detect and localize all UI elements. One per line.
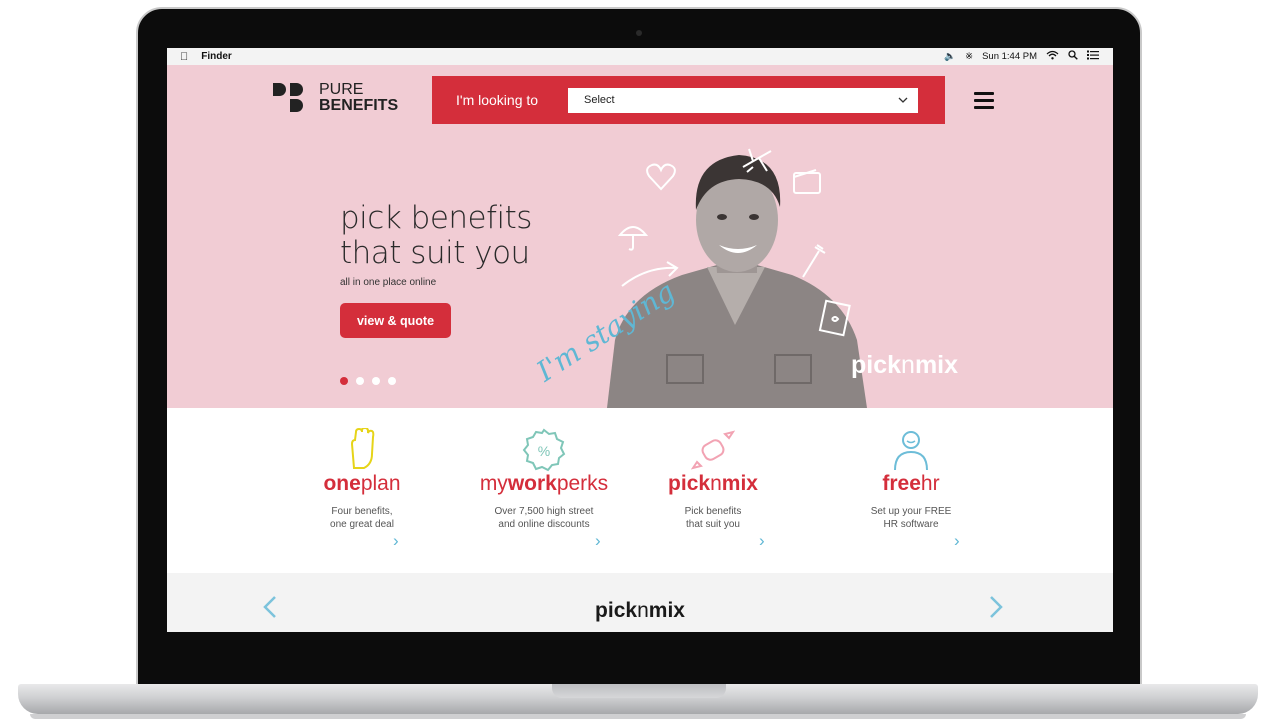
carousel-dots [340, 377, 396, 385]
laptop-shadow [30, 714, 1246, 719]
menubar-clock[interactable]: Sun 1:44 PM [982, 51, 1037, 62]
hero-headline-line1: pick benefits [340, 200, 532, 236]
clipboard-doodle-icon [818, 299, 851, 337]
hero-headline: pick benefits that suit you [340, 201, 532, 271]
plane-doodle-icon [742, 148, 772, 173]
camera [636, 30, 642, 36]
bluetooth-icon[interactable]: ※ [965, 51, 973, 62]
laptop-screen:  Finder 🔈 ※ Sun 1:44 PM PURE [167, 48, 1113, 632]
wallet-doodle-icon [793, 169, 821, 194]
select-value: Select [584, 94, 615, 106]
product-desc: Set up your FREE HR software [870, 506, 952, 530]
finder-menu[interactable]: Finder [201, 51, 232, 62]
product-name: picknmix [668, 472, 758, 495]
chevron-right-icon[interactable]: › [759, 531, 765, 551]
hero-subline: all in one place online [340, 277, 437, 288]
product-freehr[interactable]: freehr Set up your FREE HR software › [831, 428, 991, 550]
hero-brand-mix: mix [914, 351, 959, 379]
looking-to-bar: I'm looking to Select [432, 76, 945, 124]
carousel-dot-1[interactable] [340, 377, 348, 385]
laptop-base-notch [552, 684, 726, 698]
hand-icon [350, 428, 375, 469]
logo-line2: BENEFITS [319, 97, 399, 114]
product-picknmix[interactable]: picknmix Pick benefits that suit you › [633, 428, 793, 550]
candy-icon [691, 430, 735, 470]
chevron-right-icon[interactable]: › [595, 531, 601, 551]
product-tiles: oneplan Four benefits, one great deal › %… [167, 408, 1113, 573]
hero-brand-pick: pick [851, 351, 902, 379]
picknmix-section: picknmix [167, 573, 1113, 632]
toothbrush-doodle-icon [802, 244, 826, 278]
view-quote-button[interactable]: view & quote [340, 303, 451, 338]
hero-brand-n: n [901, 351, 915, 379]
carousel-dot-2[interactable] [356, 377, 364, 385]
carousel-dot-3[interactable] [372, 377, 380, 385]
carousel-dot-4[interactable] [388, 377, 396, 385]
product-desc: Pick benefits that suit you [684, 506, 742, 530]
looking-to-select[interactable]: Select [568, 87, 918, 113]
product-name: freehr [882, 472, 940, 495]
percent-badge-icon: % [522, 428, 566, 472]
wifi-icon[interactable] [1046, 50, 1059, 63]
spotlight-icon[interactable] [1068, 50, 1078, 63]
product-desc: Four benefits, one great deal [330, 506, 394, 530]
carousel-next-icon[interactable] [989, 595, 1003, 626]
hero-headline-line2: that suit you [340, 235, 530, 271]
umbrella-doodle-icon [617, 226, 649, 251]
hero-banner: PURE BENEFITS I'm looking to Select pick… [167, 65, 1113, 408]
chevron-right-icon[interactable]: › [393, 531, 399, 551]
product-name: myworkperks [479, 472, 609, 495]
section-title: picknmix [595, 599, 685, 622]
logo-text: PURE BENEFITS [319, 82, 398, 114]
mac-menubar:  Finder 🔈 ※ Sun 1:44 PM [167, 48, 1113, 65]
pure-benefits-logo[interactable]: PURE BENEFITS [273, 82, 398, 114]
volume-icon[interactable]: 🔈 [944, 51, 956, 62]
looking-to-label: I'm looking to [456, 92, 539, 108]
hamburger-menu-icon[interactable] [974, 92, 994, 113]
notification-center-icon[interactable] [1087, 50, 1099, 63]
hero-picknmix-wordmark: picknmix [851, 351, 958, 380]
product-desc: Over 7,500 high street and online discoun… [494, 506, 594, 530]
menubar-status: 🔈 ※ Sun 1:44 PM [944, 48, 1099, 65]
person-icon [894, 431, 928, 471]
product-myworkperks[interactable]: % myworkperks Over 7,500 high street and … [464, 428, 624, 550]
apple-menu-icon[interactable]:  [180, 51, 188, 63]
product-oneplan[interactable]: oneplan Four benefits, one great deal › [282, 428, 442, 550]
logo-mark-icon [273, 83, 311, 113]
heart-doodle-icon [646, 163, 676, 191]
svg-text:%: % [538, 443, 550, 459]
chevron-right-icon[interactable]: › [954, 531, 960, 551]
product-name: oneplan [323, 472, 401, 495]
logo-line1: PURE [319, 81, 364, 98]
chevron-down-icon [898, 94, 908, 106]
